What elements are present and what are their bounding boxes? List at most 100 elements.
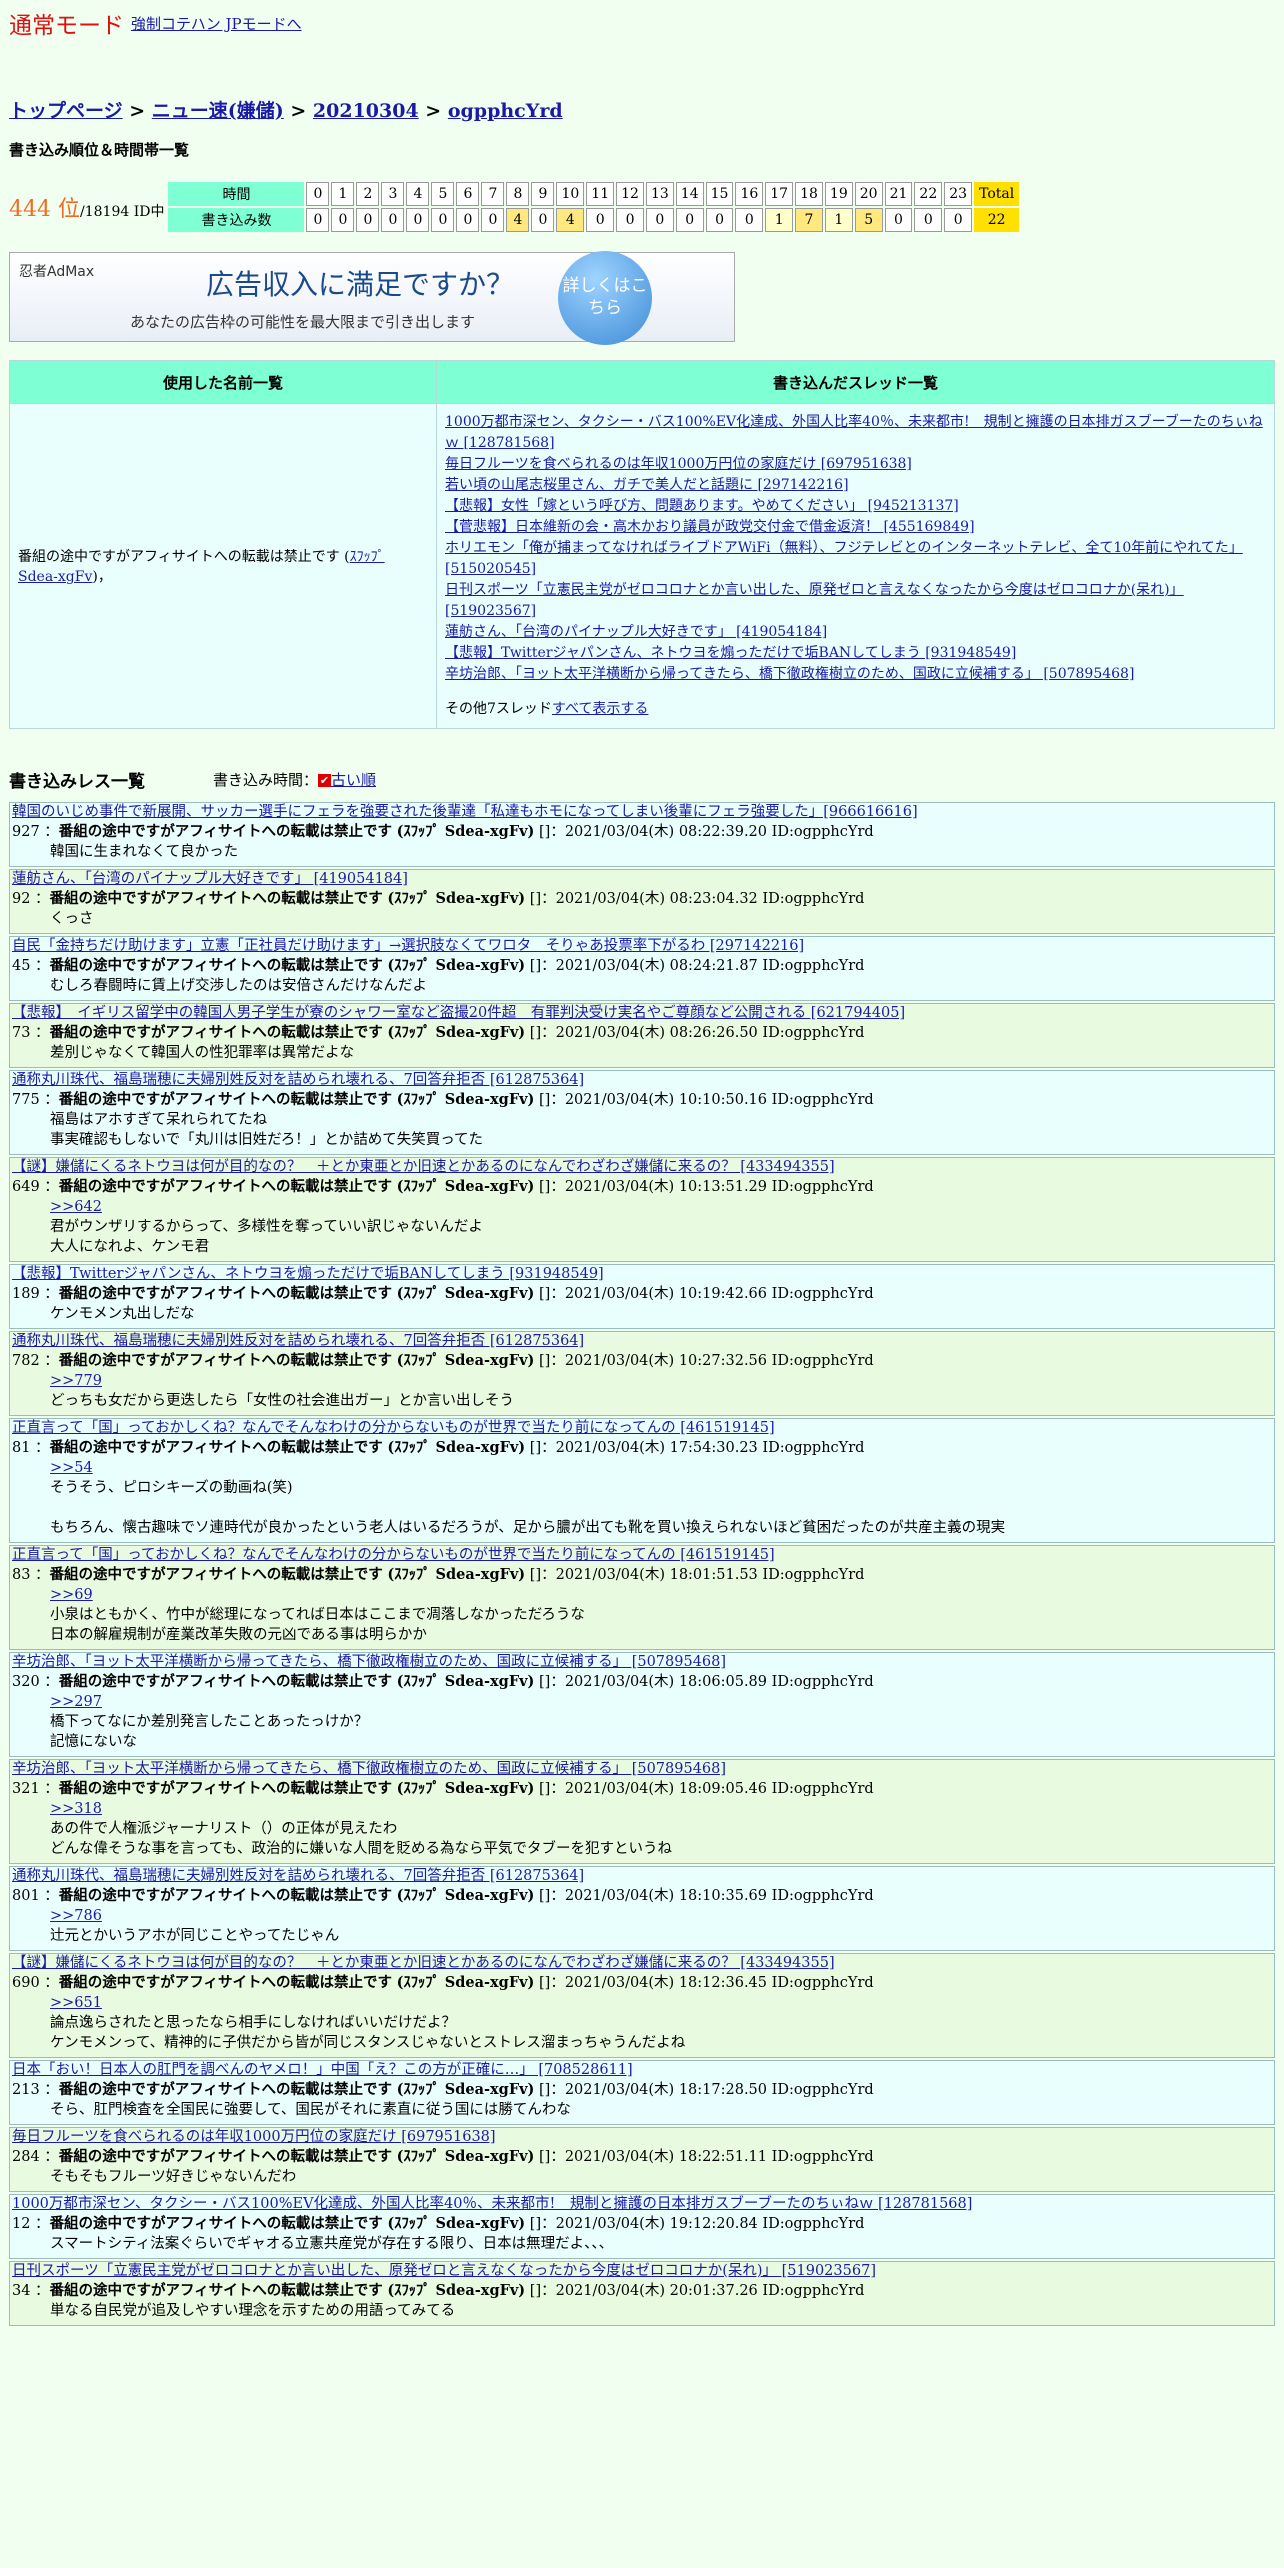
post-body: >>54 そうそう、ピロシキーズの動画ね(笑) もちろん、懐古趣味でソ連時代が良かっ… xyxy=(10,1458,1274,1538)
post-thread-link[interactable]: 【悲報】 イギリス留学中の韓国人男子学生が寮のシャワー室など盗撮20件超 有罪判… xyxy=(10,1004,1274,1023)
post-meta: []：2021/03/04(木) 10:13:51.29 ID:ogpphcYr… xyxy=(539,1179,874,1195)
ranking-title: 書き込み順位＆時間帯一覧 xyxy=(9,141,190,159)
reply-anchor-link[interactable]: >>642 xyxy=(50,1197,1274,1217)
post-thread-link[interactable]: 蓮舫さん、「台湾のパイナップル大好きです」 [419054184] xyxy=(10,870,1274,889)
thread-link[interactable]: 毎日フルーツを食べられるのは年収1000万円位の家庭だけ [697951638] xyxy=(445,454,1266,475)
reply-anchor-link[interactable]: >>297 xyxy=(50,1692,1274,1712)
post-thread-link[interactable]: 辛坊治郎、「ヨット太平洋横断から帰ってきたら、橋下徹政権樹立のため、国政に立候補… xyxy=(10,1653,1274,1672)
post-header: 92 ：番組の途中ですがアフィサイトへの転載は禁止です (ｽﾌｯﾌﾟ Sdea-… xyxy=(12,890,865,907)
post-author-trip: (ｽﾌｯﾌﾟ Sdea-xgFv) xyxy=(387,1439,526,1456)
thread-link[interactable]: 若い頃の山尾志桜里さん、ガチで美人だと話題に [297142216] xyxy=(445,475,1266,496)
count-cell: 0 xyxy=(914,208,943,232)
post-number: 34 xyxy=(12,2283,31,2299)
post-author-name: 番組の途中ですがアフィサイトへの転載は禁止です xyxy=(49,2282,383,2299)
post-text-line: そうそう、ピロシキーズの動画ね(笑) xyxy=(50,1480,293,1496)
ranking-row: 444 位/18194 ID中 時間 0 1 2 3 4 5 6 7 8 9 10 11 12 13 14 1… xyxy=(9,180,1275,234)
used-name: 番組の途中ですがアフィサイトへの転載は禁止です xyxy=(18,549,340,565)
post-thread-link[interactable]: 通称丸川珠代、福島瑞穂に夫婦別姓反対を詰められ壊れる、7回答弁拒否 [61287… xyxy=(10,1332,1274,1351)
post-item: 日本「おい！日本人の肛門を調べんのヤメロ！」中国「え？この方が正確に…」 [70… xyxy=(9,2060,1275,2125)
post-thread-link[interactable]: 韓国のいじめ事件で新展開、サッカー選手にフェラを強要された後輩達「私達もホモにな… xyxy=(10,803,1274,822)
thread-link[interactable]: 【悲報】女性「嫁という呼び方、問題あります。やめてください」 [94521313… xyxy=(445,496,1266,517)
reply-anchor-link[interactable]: >>318 xyxy=(50,1799,1274,1819)
post-header: 782 ：番組の途中ですがアフィサイトへの転載は禁止です (ｽﾌｯﾌﾟ Sdea… xyxy=(12,1352,874,1369)
thread-link[interactable]: 蓮舫さん、「台湾のパイナップル大好きです」 [419054184] xyxy=(445,622,1266,643)
post-thread-link[interactable]: 1000万都市深セン、タクシー・バス100%EV化達成、外国人比率40％、未来都… xyxy=(10,2195,1274,2214)
post-thread-link[interactable]: 日刊スポーツ「立憲民主党がゼロコロナとか言い出した、原発ゼロと言えなくなったから… xyxy=(10,2262,1274,2281)
breadcrumb-top-link[interactable]: トップページ xyxy=(9,100,123,122)
post-item: 毎日フルーツを食べられるのは年収1000万円位の家庭だけ [697951638]… xyxy=(9,2127,1275,2192)
checkbox-icon: ✔ xyxy=(318,774,332,787)
thread-link[interactable]: 辛坊治郎、「ヨット太平洋横断から帰ってきたら、橋下徹政権樹立のため、国政に立候補… xyxy=(445,664,1266,685)
hour-cell: 10 xyxy=(556,182,585,206)
ad-detail-button[interactable]: 詳しくはこちら xyxy=(558,251,652,345)
thread-link[interactable]: ホリエモン「俺が捕まってなければライブドアWiFi（無料）、フジテレビとのインタ… xyxy=(445,538,1266,580)
hour-cell: 7 xyxy=(481,182,505,206)
show-all-threads-link[interactable]: すべて表示する xyxy=(552,701,648,717)
post-text-line: 単なる自民党が追及しやすい理念を示すための用語ってみてる xyxy=(50,2303,456,2319)
ad-logo: 忍者AdMax xyxy=(19,264,95,280)
post-body: スマートシティ法案ぐらいでギャオる立憲共産党が存在する限り、日本は無理だよ、、、 xyxy=(10,2234,1274,2254)
hour-cell: 0 xyxy=(306,182,330,206)
post-body: 単なる自民党が追及しやすい理念を示すための用語ってみてる xyxy=(10,2301,1274,2321)
post-number: 213 xyxy=(12,2082,40,2098)
rank-display: 444 位/18194 ID中 xyxy=(9,191,164,223)
count-cell: 0 xyxy=(331,208,355,232)
post-thread-link[interactable]: 正直言って「国」っておかしくね？なんでそんなわけの分からないものが世界で当たり前… xyxy=(10,1419,1274,1438)
hour-cell: 16 xyxy=(735,182,764,206)
thread-link[interactable]: 1000万都市深セン、タクシー・バス100%EV化達成、外国人比率40％、未来都… xyxy=(445,412,1266,454)
post-author-name: 番組の途中ですがアフィサイトへの転載は禁止です xyxy=(58,1091,393,1108)
reply-anchor-link[interactable]: >>651 xyxy=(50,1993,1274,2013)
breadcrumb-date-link[interactable]: 20210304 xyxy=(313,100,419,122)
ad-banner[interactable]: 忍者AdMax 広告収入に満足ですか？ あなたの広告枠の可能性を最大限まで引き出… xyxy=(9,251,735,345)
post-author-trip: (ｽﾌｯﾌﾟ Sdea-xgFv) xyxy=(396,1091,535,1108)
post-text-line: 福島はアホすぎて呆れられてたね xyxy=(50,1112,268,1128)
sort-oldest-link[interactable]: 古い順 xyxy=(331,771,376,789)
post-thread-link[interactable]: 通称丸川珠代、福島瑞穂に夫婦別姓反対を詰められ壊れる、7回答弁拒否 [61287… xyxy=(10,1867,1274,1886)
post-thread-link[interactable]: 自民「金持ちだけ助けます」立憲「正社員だけ助けます」→選択肢なくてワロタ そりゃ… xyxy=(10,937,1274,956)
force-jp-mode-link[interactable]: 強制コテハン JPモードへ xyxy=(131,13,302,34)
post-meta: []：2021/03/04(木) 08:23:04.32 ID:ogpphcYr… xyxy=(529,891,865,907)
post-author-name: 番組の途中ですがアフィサイトへの転載は禁止です xyxy=(49,890,383,907)
reply-anchor-link[interactable]: >>54 xyxy=(50,1458,1274,1478)
post-author-name: 番組の途中ですがアフィサイトへの転載は禁止です xyxy=(58,1974,393,1991)
post-text-line: 事実確認もしないで「丸川は旧姓だろ！」とか詰めて失笑買ってた xyxy=(50,1132,483,1148)
post-thread-link[interactable]: 【謎】嫌儲にくるネトウヨは何が目的なの？ ＋とか東亜とか旧速とかあるのになんでわ… xyxy=(10,1158,1274,1177)
post-meta: []：2021/03/04(木) 17:54:30.23 ID:ogpphcYr… xyxy=(529,1440,865,1456)
thread-link[interactable]: 【菅悲報】日本維新の会・高木かおり議員が政党交付金で借金返済！ [4551698… xyxy=(445,517,1266,538)
post-item: 韓国のいじめ事件で新展開、サッカー選手にフェラを強要された後輩達「私達もホモにな… xyxy=(9,802,1275,867)
post-text-line: くっさ xyxy=(50,911,94,927)
hour-cell: 14 xyxy=(675,182,704,206)
post-thread-link[interactable]: 正直言って「国」っておかしくね？なんでそんなわけの分からないものが世界で当たり前… xyxy=(10,1546,1274,1565)
breadcrumb-sep: > xyxy=(122,100,152,122)
post-thread-link[interactable]: 辛坊治郎、「ヨット太平洋横断から帰ってきたら、橋下徹政権樹立のため、国政に立候補… xyxy=(10,1760,1274,1779)
breadcrumb-board-link[interactable]: ニュー速(嫌儲) xyxy=(152,100,284,122)
reply-anchor-link[interactable]: >>69 xyxy=(50,1585,1274,1605)
post-thread-link[interactable]: 【謎】嫌儲にくるネトウヨは何が目的なの？ ＋とか東亜とか旧速とかあるのになんでわ… xyxy=(10,1954,1274,1973)
post-header: 284 ：番組の途中ですがアフィサイトへの転載は禁止です (ｽﾌｯﾌﾟ Sdea… xyxy=(12,2148,874,2165)
count-cell: 0 xyxy=(616,208,644,232)
hour-cell: Total xyxy=(974,182,1020,206)
post-item: 正直言って「国」っておかしくね？なんでそんなわけの分からないものが世界で当たり前… xyxy=(9,1545,1275,1650)
post-text-line: もちろん、懐古趣味でソ連時代が良かったという老人はいるだろうが、足から膿が出ても… xyxy=(50,1520,1006,1536)
post-thread-link[interactable]: 通称丸川珠代、福島瑞穂に夫婦別姓反対を詰められ壊れる、7回答弁拒否 [61287… xyxy=(10,1071,1274,1090)
count-cell: 0 xyxy=(705,208,734,232)
hour-row: 時間 0 1 2 3 4 5 6 7 8 9 10 11 12 13 14 15 16 17 18 19 20 21 22 2… xyxy=(168,182,1020,206)
thread-link[interactable]: 日刊スポーツ「立憲民主党がゼロコロナとか言い出した、原発ゼロと言えなくなったから… xyxy=(445,580,1266,622)
post-thread-link[interactable]: 【悲報】Twitterジャパンさん、ネトウヨを煽っただけで垢BANしてしまう [… xyxy=(10,1265,1274,1284)
post-thread-link[interactable]: 日本「おい！日本人の肛門を調べんのヤメロ！」中国「え？この方が正確に…」 [70… xyxy=(10,2061,1274,2080)
post-thread-link[interactable]: 毎日フルーツを食べられるのは年収1000万円位の家庭だけ [697951638] xyxy=(10,2128,1274,2147)
post-author-trip: (ｽﾌｯﾌﾟ Sdea-xgFv) xyxy=(396,1974,535,1991)
breadcrumb-sep: > xyxy=(283,100,313,122)
post-number: 927 xyxy=(12,824,40,840)
thread-link[interactable]: 【悲報】Twitterジャパンさん、ネトウヨを煽っただけで垢BANしてしまう [… xyxy=(445,643,1266,664)
reply-anchor-link[interactable]: >>786 xyxy=(50,1906,1274,1926)
rank-total: /18194 ID中 xyxy=(80,204,165,220)
reply-anchor-link[interactable]: >>779 xyxy=(50,1371,1274,1391)
mode-bar: 通常モード 強制コテハン JPモードへ xyxy=(9,8,1275,39)
breadcrumb-id-link[interactable]: ogpphcYrd xyxy=(448,100,563,122)
post-text-line: スマートシティ法案ぐらいでギャオる立憲共産党が存在する限り、日本は無理だよ、、、 xyxy=(50,2236,614,2252)
post-body: 韓国に生まれなくて良かった xyxy=(10,842,1274,862)
post-author-name: 番組の途中ですがアフィサイトへの転載は禁止です xyxy=(49,1566,383,1583)
post-meta: []：2021/03/04(木) 18:17:28.50 ID:ogpphcYr… xyxy=(539,2082,874,2098)
